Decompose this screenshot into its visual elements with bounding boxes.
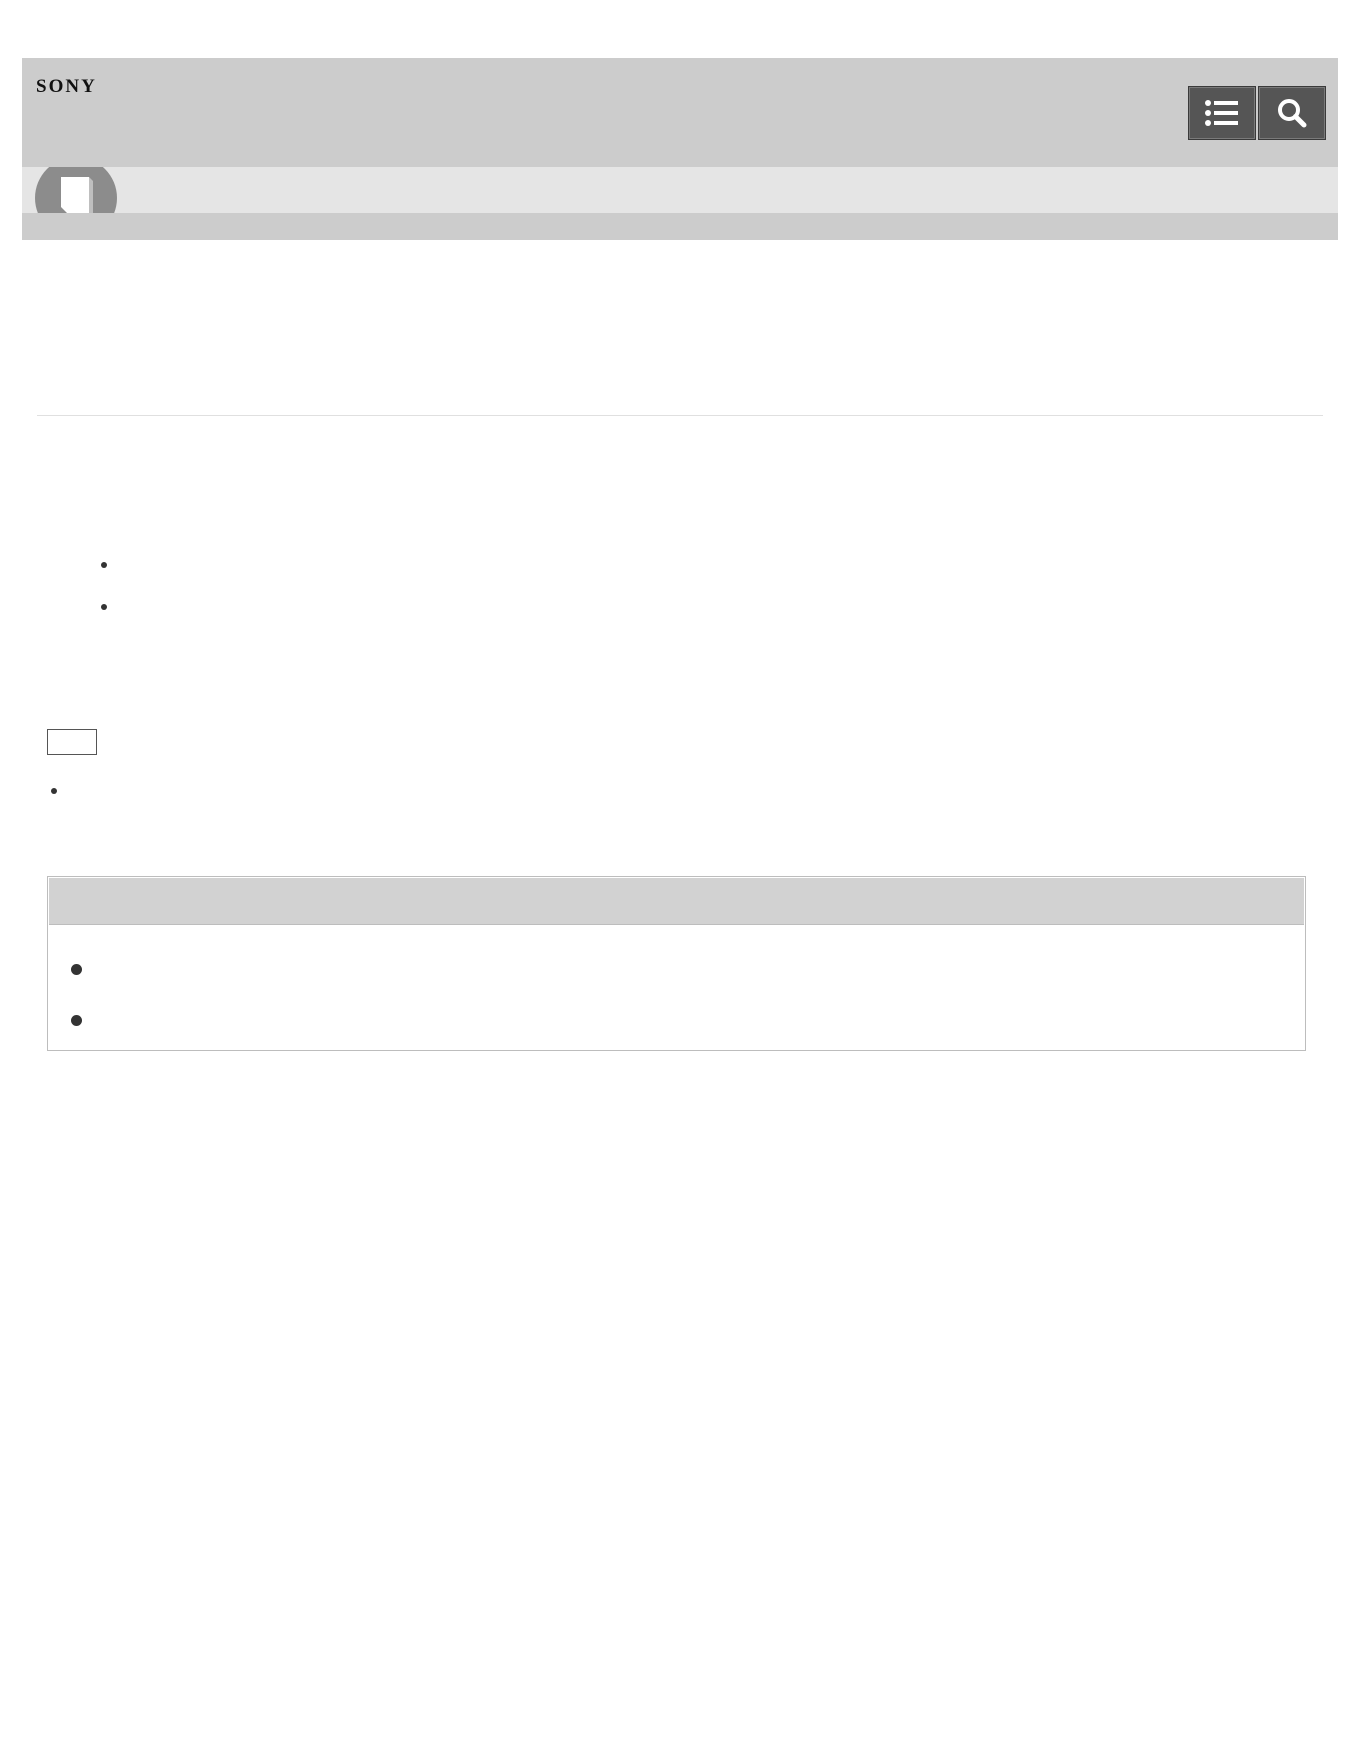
table-of-contents-button[interactable] bbox=[1188, 86, 1256, 140]
brand-logo[interactable]: SONY bbox=[36, 76, 97, 98]
header-toolbar bbox=[1188, 86, 1326, 140]
title-divider bbox=[37, 415, 1323, 416]
header-bottom-strip bbox=[22, 213, 1338, 240]
list-bullet bbox=[101, 562, 107, 568]
hint-bullet bbox=[71, 964, 82, 975]
site-header: SONY bbox=[22, 58, 1338, 240]
list-icon bbox=[1205, 100, 1238, 126]
hint-bullet bbox=[71, 1015, 82, 1026]
section-bar bbox=[22, 167, 1338, 213]
book-glyph bbox=[61, 177, 93, 213]
search-icon bbox=[1278, 99, 1307, 128]
book-icon bbox=[35, 167, 117, 213]
hint-panel bbox=[47, 876, 1306, 1051]
note-bullet bbox=[51, 788, 57, 794]
list-bullet bbox=[101, 604, 107, 610]
note-label-box bbox=[47, 729, 97, 755]
header-top-bar: SONY bbox=[22, 58, 1338, 167]
page: SONY bbox=[0, 0, 1361, 1761]
search-button[interactable] bbox=[1258, 86, 1326, 140]
hint-panel-header bbox=[49, 878, 1304, 925]
